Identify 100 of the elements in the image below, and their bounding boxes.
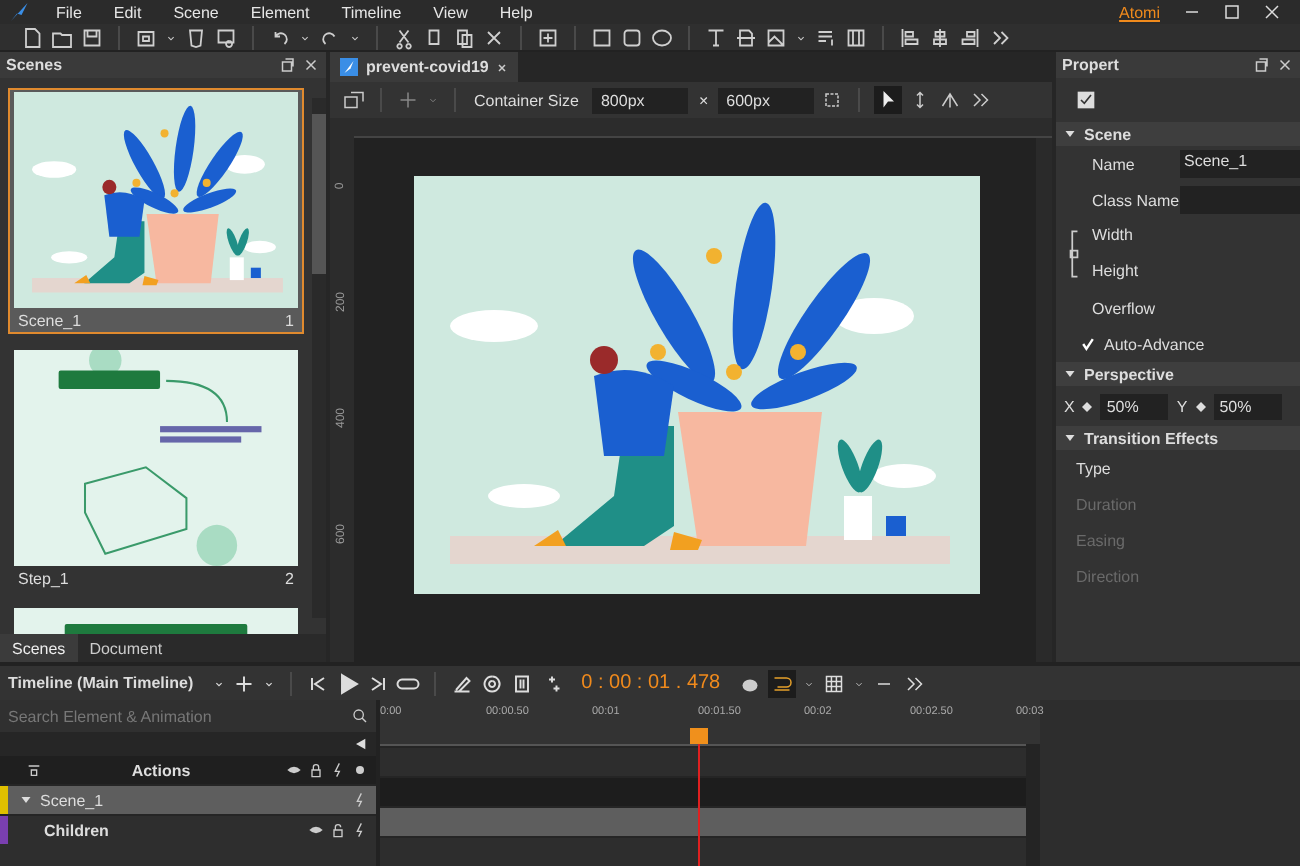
text-field[interactable]: Scene_1 bbox=[1180, 150, 1300, 178]
video-icon[interactable] bbox=[844, 25, 868, 50]
lock-icon[interactable] bbox=[330, 822, 346, 838]
disclosure-icon[interactable] bbox=[20, 794, 32, 806]
axis-label: Y bbox=[1176, 397, 1188, 415]
property-label: Overflow bbox=[1092, 299, 1158, 317]
keyframe-pencil-icon[interactable] bbox=[449, 671, 474, 695]
section-header[interactable]: Scene bbox=[1056, 122, 1300, 146]
property-label: Class Name bbox=[1092, 191, 1180, 209]
pointer-icon[interactable] bbox=[874, 86, 903, 114]
panel-title: Scenes bbox=[6, 56, 63, 74]
new-file-icon[interactable] bbox=[20, 25, 44, 50]
close-icon[interactable] bbox=[496, 61, 509, 73]
menu-item[interactable]: Help bbox=[499, 3, 533, 22]
triangle-icon bbox=[1064, 128, 1076, 140]
image-icon[interactable] bbox=[764, 25, 788, 50]
scene-thumbnail[interactable]: Step_1 2 bbox=[8, 346, 304, 592]
checkbox[interactable] bbox=[1080, 336, 1096, 352]
property-label: Name bbox=[1092, 155, 1137, 173]
align-left-icon[interactable] bbox=[898, 25, 922, 50]
scene-thumbnail[interactable]: Scene_1 1 bbox=[8, 88, 304, 334]
property-label: Width bbox=[1092, 224, 1135, 248]
more-icon[interactable] bbox=[902, 671, 927, 695]
playhead[interactable] bbox=[689, 728, 708, 866]
scene-number: 2 bbox=[285, 569, 294, 587]
link-bracket-icon[interactable] bbox=[1068, 228, 1080, 280]
preview-icon[interactable] bbox=[214, 25, 238, 50]
panel-tab[interactable]: Scenes bbox=[0, 634, 78, 662]
menu-item[interactable]: Element bbox=[250, 3, 310, 22]
rectangle-icon[interactable] bbox=[590, 25, 614, 50]
more-icon[interactable] bbox=[988, 25, 1012, 50]
menu-item[interactable]: Edit bbox=[113, 3, 142, 22]
align-center-icon[interactable] bbox=[928, 25, 952, 50]
panel-tab[interactable]: Document bbox=[77, 634, 175, 662]
html-icon[interactable] bbox=[184, 25, 208, 50]
align-right-icon[interactable] bbox=[958, 25, 982, 50]
audio-icon[interactable] bbox=[814, 25, 838, 50]
menu-item[interactable]: View bbox=[433, 3, 468, 22]
scene-name: Step_1 bbox=[18, 569, 69, 587]
eye-icon[interactable] bbox=[286, 762, 302, 778]
scene-inspector-icon[interactable] bbox=[1076, 90, 1096, 110]
menu-item[interactable]: Scene bbox=[173, 3, 219, 22]
skip-start-icon[interactable] bbox=[305, 671, 330, 695]
menu-item[interactable]: File bbox=[56, 3, 82, 22]
transform-icon[interactable] bbox=[938, 88, 963, 112]
scene-icon[interactable] bbox=[134, 25, 158, 50]
times-sign: × bbox=[698, 91, 709, 109]
undock-icon[interactable] bbox=[278, 56, 296, 74]
text-tool-icon[interactable] bbox=[704, 25, 728, 50]
record-icon[interactable] bbox=[479, 671, 504, 695]
snap-icon[interactable] bbox=[768, 669, 797, 697]
search-icon[interactable] bbox=[352, 708, 368, 724]
scrollbar[interactable] bbox=[1026, 744, 1040, 866]
triangle-icon bbox=[1064, 432, 1076, 444]
flag-icon[interactable] bbox=[352, 736, 368, 752]
cut-icon[interactable] bbox=[392, 25, 416, 50]
time-display: 0 : 00 : 01 . 478 bbox=[581, 672, 721, 694]
responsive-layout-icon[interactable] bbox=[342, 88, 366, 112]
fit-icon[interactable] bbox=[820, 88, 845, 112]
save-icon[interactable] bbox=[80, 25, 104, 50]
x-field[interactable]: 50% bbox=[1100, 393, 1169, 419]
close-icon[interactable] bbox=[302, 56, 320, 74]
scene-number: 1 bbox=[285, 311, 294, 329]
file-tab[interactable]: prevent-covid19 bbox=[330, 52, 519, 82]
document-icon bbox=[340, 58, 358, 76]
triangle-icon bbox=[1064, 368, 1076, 380]
timeline-row[interactable]: Scene_1 bbox=[0, 784, 376, 814]
delete-icon[interactable] bbox=[482, 25, 506, 50]
account-link[interactable]: Atomi bbox=[1119, 3, 1160, 22]
html-widget-icon[interactable] bbox=[734, 25, 758, 50]
lock-icon[interactable] bbox=[308, 762, 324, 778]
y-field[interactable]: 50% bbox=[1213, 393, 1282, 419]
section-header[interactable]: Perspective bbox=[1056, 362, 1300, 386]
timeline-title[interactable]: Timeline (Main Timeline) bbox=[8, 674, 194, 692]
height-field[interactable]: 600px bbox=[718, 87, 815, 113]
timeline-row[interactable]: Children bbox=[0, 814, 376, 844]
undock-icon[interactable] bbox=[1252, 56, 1270, 74]
property-label: Type bbox=[1076, 459, 1113, 477]
row-label: Scene_1 bbox=[40, 791, 104, 809]
target-icon[interactable] bbox=[352, 762, 368, 778]
close-icon[interactable] bbox=[1276, 56, 1294, 74]
width-field[interactable]: 800px bbox=[592, 87, 689, 113]
row-label: Children bbox=[44, 821, 109, 839]
play-icon[interactable] bbox=[335, 671, 360, 695]
layers-icon[interactable] bbox=[26, 762, 42, 778]
add-element-icon[interactable] bbox=[536, 25, 560, 50]
actions-header: Actions bbox=[129, 761, 193, 779]
section-header[interactable]: Transition Effects bbox=[1056, 426, 1300, 450]
maximize-icon[interactable] bbox=[1220, 0, 1244, 25]
menu-item[interactable]: Timeline bbox=[341, 3, 402, 22]
more-icon[interactable] bbox=[968, 88, 993, 112]
eye-icon[interactable] bbox=[308, 822, 324, 838]
scrollbar[interactable] bbox=[1036, 138, 1052, 662]
scrollbar[interactable] bbox=[312, 98, 326, 618]
grid-icon[interactable] bbox=[822, 671, 847, 695]
checkbox-label: Auto-Advance bbox=[1104, 335, 1205, 353]
container-size-label: Container Size bbox=[474, 91, 579, 109]
pause-icon[interactable] bbox=[509, 671, 534, 695]
add-icon[interactable] bbox=[231, 671, 256, 695]
paste-icon[interactable] bbox=[452, 25, 476, 50]
